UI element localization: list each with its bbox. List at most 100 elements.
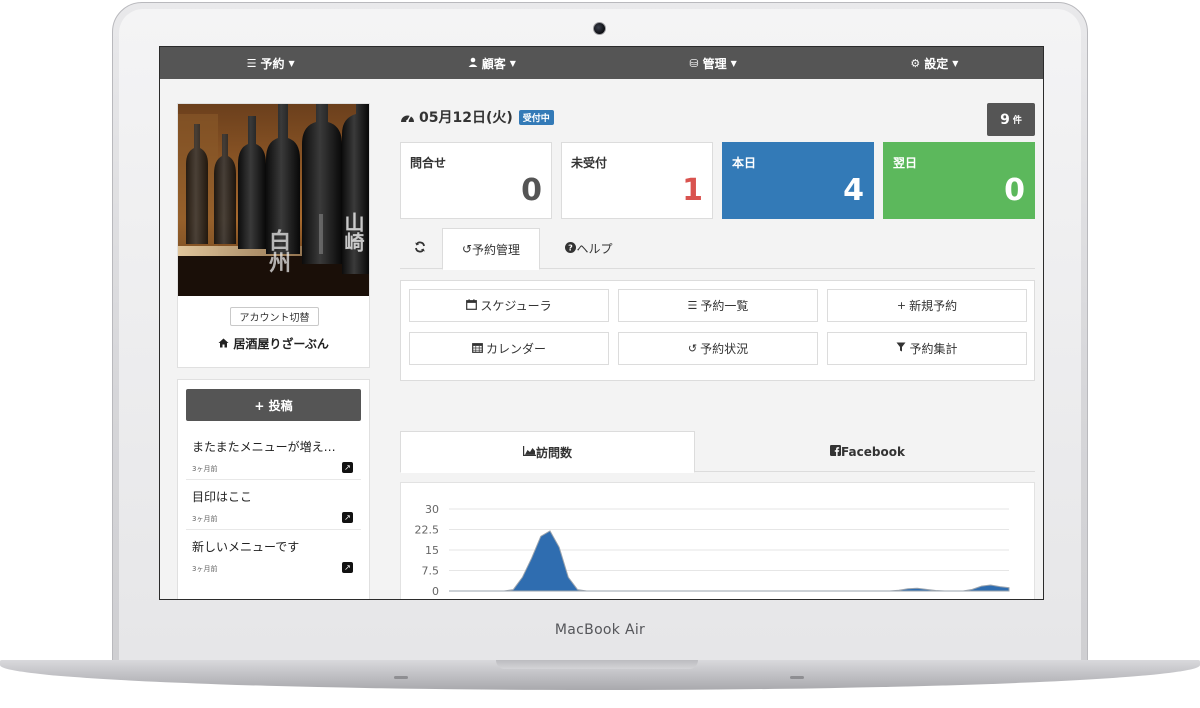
shop-photo: 白州 山崎	[178, 104, 369, 296]
menu-label: 予約一覧	[700, 299, 749, 313]
post-title: 新しいメニューです	[192, 540, 300, 554]
post-item[interactable]: 新しいメニューです 3ヶ月前 ↗	[186, 530, 361, 580]
list-icon: ☰	[687, 299, 698, 312]
top-navbar: ☰ 予約 ▼ 顧客 ▼ ⛁ 管理 ▼ ⚙ 設定 ▼	[160, 47, 1043, 79]
y-tick-label: 15	[425, 544, 439, 557]
nav-reservation[interactable]: ☰ 予約 ▼	[160, 47, 381, 79]
count-unit: 件	[1012, 116, 1022, 126]
menu-label: 新規予約	[909, 299, 958, 313]
post-time: 3ヶ月前	[192, 465, 218, 473]
filter-icon	[896, 342, 906, 355]
posts-card: + 投稿 またまたメニューが増え… 3ヶ月前 ↗ 目印はここ 3ヶ月前 ↗ 新し…	[177, 379, 370, 599]
post-title: 目印はここ	[192, 490, 253, 504]
stat-today[interactable]: 本日 4	[722, 142, 874, 219]
visits-chart: 30 22.5 15 7.5 0	[415, 503, 1010, 598]
y-tick-label: 22.5	[415, 524, 440, 537]
database-icon: ⛁	[689, 56, 699, 70]
question-circle-icon: ?	[565, 241, 577, 256]
stat-value: 0	[521, 173, 542, 208]
tab-label: ヘルプ	[576, 242, 613, 256]
nav-settings[interactable]: ⚙ 設定 ▼	[824, 47, 1043, 79]
laptop-foot	[790, 676, 804, 679]
scheduler-button[interactable]: スケジューラ	[409, 289, 609, 322]
date-header: 05月12日(火) 受付中	[400, 107, 554, 127]
menu-label: スケジューラ	[480, 299, 552, 313]
tab-facebook[interactable]: Facebook	[700, 431, 1035, 472]
nav-label: 管理	[702, 56, 727, 71]
new-reservation-button[interactable]: + 新規予約	[827, 289, 1027, 322]
reservation-count-badge[interactable]: 9 件	[987, 103, 1035, 136]
share-icon[interactable]: ↗	[342, 562, 353, 573]
tab-help[interactable]: ? ヘルプ	[546, 228, 632, 269]
laptop-notch	[496, 660, 698, 669]
stat-value: 4	[843, 173, 864, 208]
tab-visits[interactable]: 訪問数	[400, 431, 695, 473]
caret-down-icon: ▼	[730, 58, 737, 68]
tab-label: Facebook	[841, 444, 905, 459]
stat-label: 問合せ	[410, 156, 447, 170]
gear-icon: ⚙	[910, 56, 921, 70]
share-icon[interactable]: ↗	[342, 462, 353, 473]
count-value: 9	[1000, 111, 1010, 128]
main-tabs: ↺ 予約管理 ? ヘルプ	[400, 228, 1035, 270]
home-icon	[218, 337, 233, 351]
calendar-icon	[466, 298, 478, 313]
reservation-status-button[interactable]: ↺ 予約状況	[618, 332, 818, 365]
profile-card: 白州 山崎 アカウント切替 居酒屋りざーぶん	[177, 103, 370, 368]
device-brand: MacBook Air	[554, 622, 646, 638]
account-switch-button[interactable]: アカウント切替	[230, 307, 319, 326]
stat-label: 本日	[732, 156, 757, 170]
post-item[interactable]: またまたメニューが増え… 3ヶ月前 ↗	[186, 430, 361, 480]
post-title: またまたメニューが増え…	[192, 440, 336, 454]
refresh-tab[interactable]	[400, 228, 440, 269]
tab-reservation-management[interactable]: ↺ 予約管理	[442, 228, 540, 270]
history-icon: ↺	[461, 242, 473, 256]
tab-label: 訪問数	[535, 445, 572, 460]
stat-value: 0	[1004, 173, 1025, 208]
status-badge: 受付中	[518, 109, 554, 125]
laptop-foot	[394, 676, 408, 679]
app-screen: ☰ 予約 ▼ 顧客 ▼ ⛁ 管理 ▼ ⚙ 設定 ▼ 白州 山崎 アカウント切替 …	[159, 46, 1044, 600]
menu-label: 予約集計	[909, 342, 958, 356]
visits-chart-panel: 30 22.5 15 7.5 0	[400, 482, 1035, 599]
post-item[interactable]: 目印はここ 3ヶ月前 ↗	[186, 480, 361, 530]
user-icon	[468, 57, 478, 70]
reservation-menu-panel: スケジューラ ☰ 予約一覧 + 新規予約 カレンダー ↺ 予約状況 予約集計	[400, 280, 1035, 381]
caret-down-icon: ▼	[509, 58, 516, 68]
nav-label: 予約	[260, 56, 285, 71]
stat-value: 1	[682, 173, 703, 208]
shop-name[interactable]: 居酒屋りざーぶん	[178, 335, 369, 352]
facebook-icon	[830, 444, 842, 459]
dashboard-icon	[400, 108, 415, 127]
current-date: 05月12日(火)	[419, 110, 513, 126]
post-time: 3ヶ月前	[192, 565, 218, 573]
caret-down-icon: ▼	[288, 58, 295, 68]
nav-customer[interactable]: 顧客 ▼	[381, 47, 602, 79]
stat-label: 翌日	[893, 156, 918, 170]
history-icon: ↺	[687, 342, 698, 355]
stat-unaccepted[interactable]: 未受付 1	[561, 142, 713, 219]
chart-tabs: 訪問数 Facebook	[400, 431, 1035, 473]
caret-down-icon: ▼	[952, 58, 959, 68]
svg-text:?: ?	[569, 243, 574, 252]
camera-icon	[593, 22, 606, 35]
visits-area-series	[449, 530, 1010, 592]
new-post-button[interactable]: + 投稿	[186, 389, 361, 421]
refresh-icon	[414, 241, 426, 256]
shop-name-label: 居酒屋りざーぶん	[233, 337, 329, 351]
nav-label: 顧客	[481, 56, 506, 71]
reservation-list-button[interactable]: ☰ 予約一覧	[618, 289, 818, 322]
list-icon: ☰	[246, 56, 257, 70]
plus-icon: +	[896, 299, 907, 312]
menu-label: カレンダー	[485, 342, 546, 356]
share-icon[interactable]: ↗	[342, 512, 353, 523]
tab-label: 予約管理	[472, 242, 521, 257]
area-chart-icon	[522, 445, 536, 459]
nav-management[interactable]: ⛁ 管理 ▼	[603, 47, 824, 79]
post-time: 3ヶ月前	[192, 515, 218, 523]
y-tick-label: 7.5	[422, 565, 440, 578]
reservation-summary-button[interactable]: 予約集計	[827, 332, 1027, 365]
calendar-button[interactable]: カレンダー	[409, 332, 609, 365]
stat-inquiries[interactable]: 問合せ 0	[400, 142, 552, 219]
stat-tomorrow[interactable]: 翌日 0	[883, 142, 1035, 219]
